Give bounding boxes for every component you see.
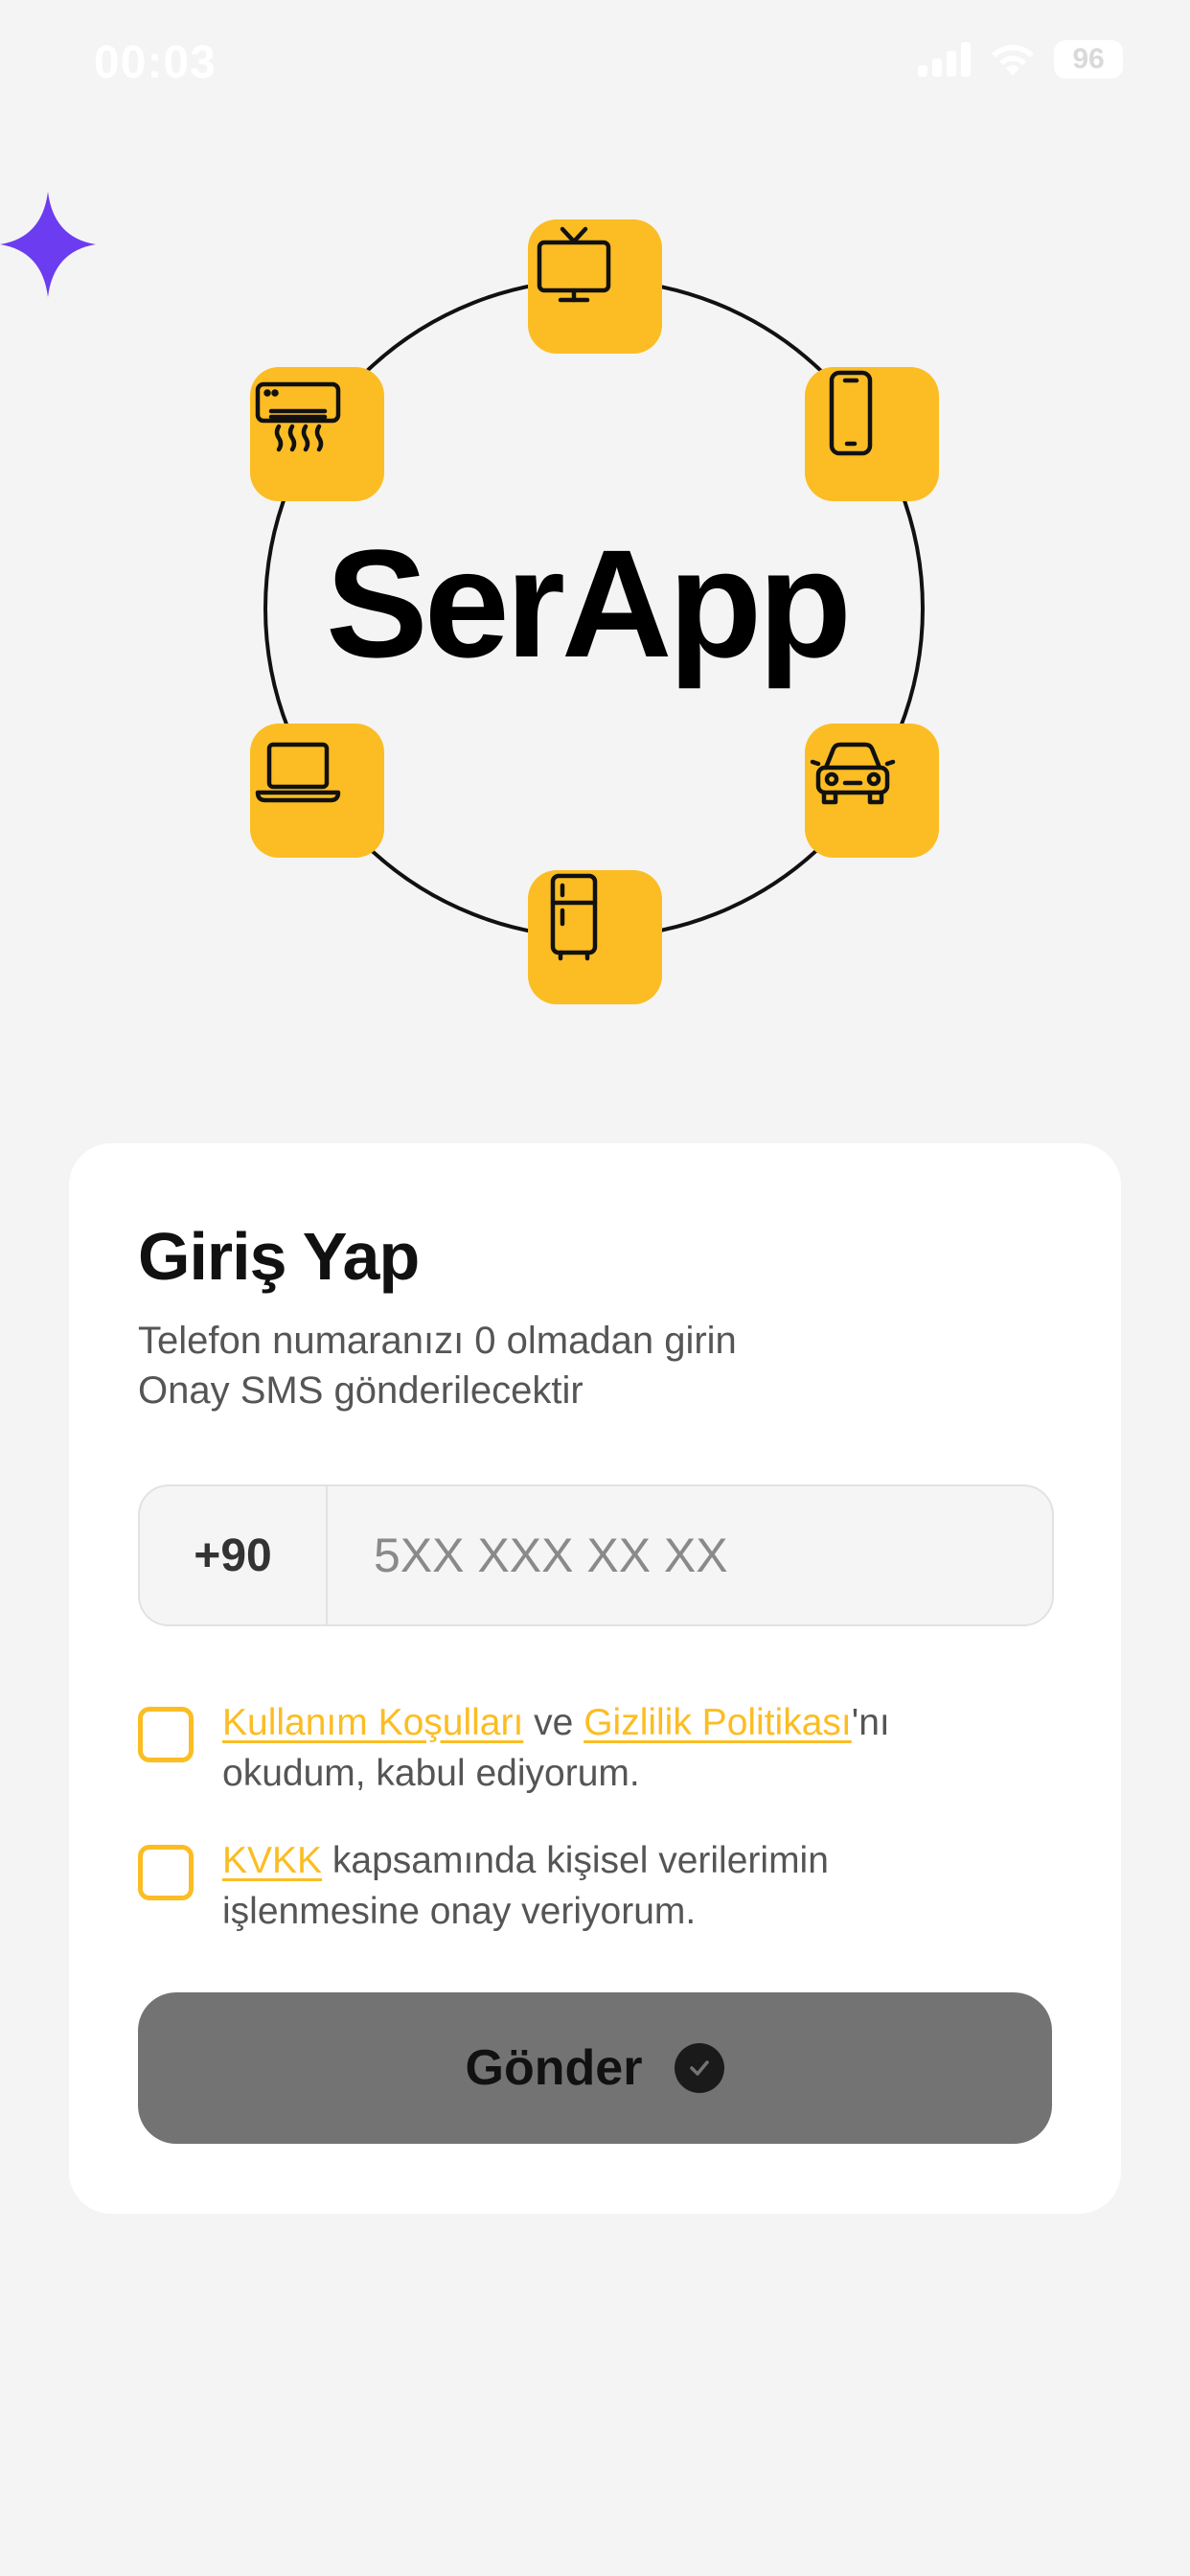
hero-illustration: SerApp — [0, 192, 1190, 1054]
terms-of-use-link[interactable]: Kullanım Koşulları — [222, 1702, 523, 1743]
sparkle-icon — [0, 192, 96, 297]
terms-checkbox[interactable] — [138, 1707, 194, 1762]
privacy-policy-link[interactable]: Gizlilik Politikası — [584, 1702, 852, 1743]
subtitle-line-1: Telefon numaranızı 0 olmadan girin — [138, 1320, 737, 1362]
terms-line-2: okudum, kabul ediyorum. — [222, 1753, 640, 1794]
status-bar: 00:03 96 — [0, 0, 1190, 125]
kvkk-consent-row: KVKK kapsamında kişisel verilerimin işle… — [138, 1835, 1046, 1937]
login-subtitle: Telefon numaranızı 0 olmadan girin Onay … — [138, 1316, 1000, 1415]
subtitle-line-2: Onay SMS gönderilecektir — [138, 1369, 584, 1412]
laptop-icon — [250, 724, 384, 858]
terms-suffix: 'nı — [851, 1702, 890, 1743]
kvkk-checkbox[interactable] — [138, 1845, 194, 1900]
page-title: Giriş Yap — [138, 1219, 420, 1294]
terms-connector: ve — [523, 1702, 584, 1743]
kvkk-line-2: işlenmesine onay veriyorum. — [222, 1891, 697, 1932]
phone-icon — [805, 367, 939, 501]
kvkk-link[interactable]: KVKK — [222, 1840, 322, 1881]
check-circle-icon — [675, 2043, 725, 2093]
status-time: 00:03 — [94, 37, 217, 88]
terms-consent-row: Kullanım Koşulları ve Gizlilik Politikas… — [138, 1697, 1046, 1799]
app-logo: SerApp — [326, 518, 852, 689]
status-icons: 96 — [918, 40, 1123, 79]
air-conditioner-icon — [250, 367, 384, 501]
submit-label: Gönder — [465, 2040, 643, 2096]
submit-button[interactable]: Gönder — [138, 1992, 1052, 2144]
phone-input[interactable] — [328, 1486, 1052, 1624]
cellular-signal-icon — [918, 42, 971, 77]
car-icon — [805, 724, 939, 858]
battery-icon: 96 — [1054, 40, 1123, 79]
login-card: Giriş Yap Telefon numaranızı 0 olmadan g… — [69, 1143, 1121, 2214]
country-code: +90 — [140, 1486, 328, 1624]
wifi-icon — [992, 44, 1034, 76]
kvkk-suffix: kapsamında kişisel verilerimin — [322, 1840, 829, 1881]
fridge-icon — [528, 870, 662, 1004]
kvkk-consent-text: KVKK kapsamında kişisel verilerimin işle… — [222, 1835, 1046, 1937]
terms-consent-text: Kullanım Koşulları ve Gizlilik Politikas… — [222, 1697, 1046, 1799]
phone-field[interactable]: +90 — [138, 1484, 1054, 1626]
tv-icon — [528, 219, 662, 354]
